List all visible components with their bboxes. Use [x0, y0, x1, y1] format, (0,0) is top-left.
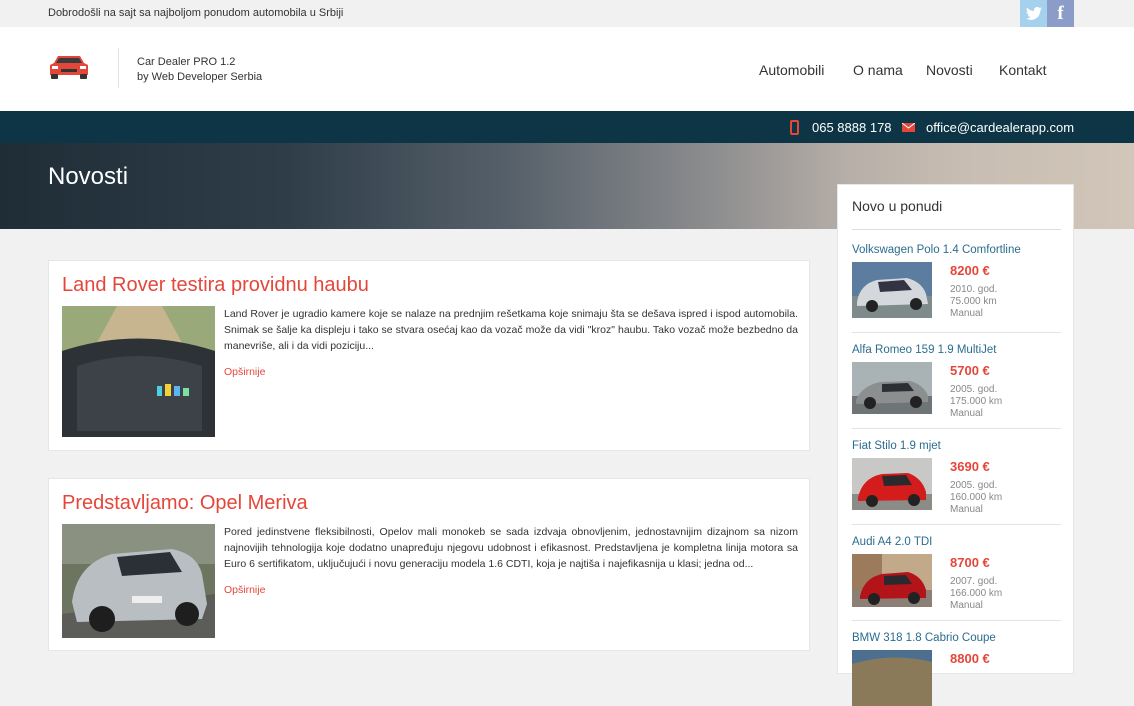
item-divider — [852, 428, 1061, 429]
item-divider — [852, 620, 1061, 621]
article-image[interactable] — [62, 306, 215, 437]
twitter-icon[interactable] — [1020, 0, 1047, 27]
car-name[interactable]: Audi A4 2.0 TDI — [852, 536, 932, 548]
read-more-link[interactable]: Opširnije — [224, 584, 265, 596]
article-excerpt: Land Rover je ugradio kamere koje se nal… — [224, 308, 798, 352]
site-header: Car Dealer PRO 1.2 by Web Developer Serb… — [0, 27, 1134, 111]
sidebar-divider — [852, 229, 1061, 230]
car-transmission: Manual — [950, 308, 983, 319]
car-logo-icon[interactable] — [48, 53, 90, 81]
car-price: 8700 € — [950, 555, 990, 570]
contact-email[interactable]: office@cardealerapp.com — [926, 120, 1074, 135]
car-mileage: 175.000 km — [950, 396, 1003, 407]
car-transmission: Manual — [950, 408, 983, 419]
car-details: 2010. god. 75.000 km Manual — [950, 284, 997, 320]
car-image[interactable] — [852, 650, 932, 706]
car-mileage: 166.000 km — [950, 588, 1003, 599]
top-bar: Dobrodošli na sajt sa najboljom ponudom … — [0, 0, 1134, 27]
car-details: 2005. god. 160.000 km Manual — [950, 480, 1002, 516]
car-transmission: Manual — [950, 600, 983, 611]
header-divider — [118, 48, 119, 88]
nav-item-kontakt[interactable]: Kontakt — [999, 62, 1046, 78]
car-mileage: 75.000 km — [950, 296, 997, 307]
car-price: 8200 € — [950, 263, 990, 278]
article-image[interactable] — [62, 524, 215, 638]
car-image[interactable] — [852, 458, 932, 510]
item-divider — [852, 524, 1061, 525]
phone-icon — [790, 120, 799, 135]
car-year: 2005. god. — [950, 384, 998, 395]
car-name[interactable]: Alfa Romeo 159 1.9 MultiJet — [852, 344, 996, 356]
brand-title: Car Dealer PRO 1.2 — [137, 56, 236, 68]
item-divider — [852, 332, 1061, 333]
car-name[interactable]: Volkswagen Polo 1.4 Comfortline — [852, 244, 1021, 256]
car-price: 8800 € — [950, 651, 990, 666]
article-card: Land Rover testira providnu haubu Land R… — [48, 260, 810, 451]
car-details: 2007. god. 166.000 km Manual — [950, 576, 1002, 612]
welcome-text: Dobrodošli na sajt sa najboljom ponudom … — [48, 7, 344, 19]
article-excerpt: Pored jedinstvene fleksibilnosti, Opelov… — [224, 526, 798, 570]
car-year: 2005. god. — [950, 480, 998, 491]
car-price: 5700 € — [950, 363, 990, 378]
page-title: Novosti — [48, 163, 129, 190]
facebook-icon[interactable]: f — [1047, 0, 1074, 27]
new-offers-sidebar: Novo u ponudi Volkswagen Polo 1.4 Comfor… — [837, 184, 1074, 706]
car-mileage: 160.000 km — [950, 492, 1003, 503]
article-title[interactable]: Land Rover testira providnu haubu — [62, 274, 369, 297]
car-transmission: Manual — [950, 504, 983, 515]
read-more-link[interactable]: Opširnije — [224, 366, 265, 378]
nav-item-o-nama[interactable]: O nama — [853, 62, 903, 78]
car-name[interactable]: Fiat Stilo 1.9 mjet — [852, 440, 941, 452]
car-image[interactable] — [852, 554, 932, 607]
nav-item-novosti[interactable]: Novosti — [926, 62, 973, 78]
article-card: Predstavljamo: Opel Meriva Pored jedinst… — [48, 478, 810, 651]
car-year: 2010. god. — [950, 284, 998, 295]
contact-bar: 065 8888 178 office@cardealerapp.com — [0, 111, 1134, 143]
mail-icon — [902, 123, 915, 132]
sidebar-title: Novo u ponudi — [852, 198, 943, 214]
nav-item-automobili[interactable]: Automobili — [759, 62, 824, 78]
car-image[interactable] — [852, 362, 932, 414]
car-year: 2007. god. — [950, 576, 998, 587]
car-price: 3690 € — [950, 459, 990, 474]
article-title[interactable]: Predstavljamo: Opel Meriva — [62, 492, 308, 515]
car-image[interactable] — [852, 262, 932, 318]
brand-subtitle: by Web Developer Serbia — [137, 71, 263, 83]
contact-phone[interactable]: 065 8888 178 — [812, 120, 892, 135]
car-details: 2005. god. 175.000 km Manual — [950, 384, 1002, 420]
car-name[interactable]: BMW 318 1.8 Cabrio Coupe — [852, 632, 996, 644]
